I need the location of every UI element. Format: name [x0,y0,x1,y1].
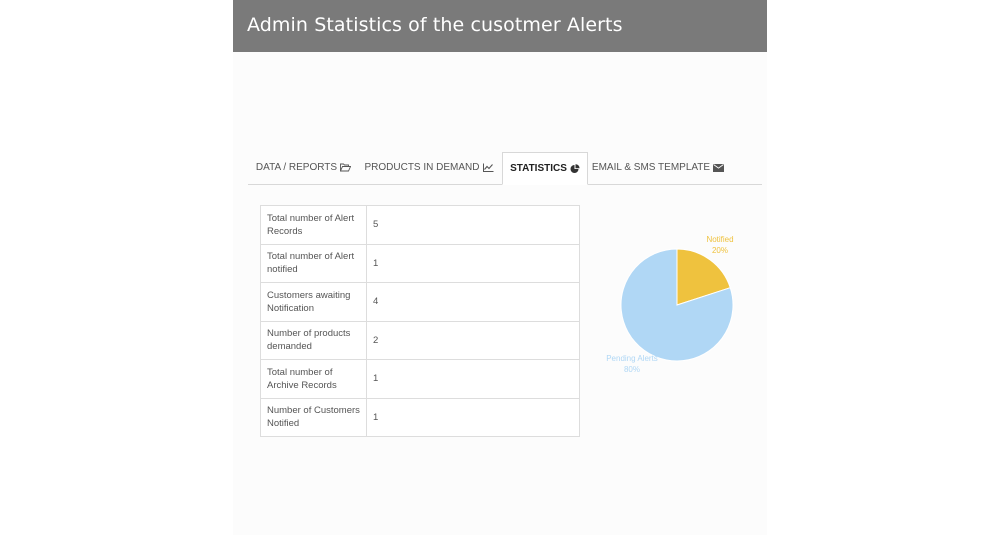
stat-value: 1 [366,397,580,437]
stat-label: Customers awaiting Notification [260,282,367,322]
stat-label: Total number of Alert notified [260,243,367,283]
stat-value: 1 [366,243,580,283]
stat-label: Total number of Alert Records [260,205,367,245]
tab-label: DATA / REPORTS [255,162,338,173]
tab-label: PRODUCTS IN DEMAND [364,162,480,173]
stat-label: Total number of Archive Records [260,359,367,399]
statistics-table: Total number of Alert Records 5 Total nu… [260,205,580,437]
table-row: Number of products demanded 2 [260,320,580,360]
tab-bar: DATA / REPORTS PRODUCTS IN DEMAND STATIS… [248,152,762,185]
tab-data-reports[interactable]: DATA / REPORTS [248,152,359,183]
stat-value: 2 [366,320,580,360]
stat-value: 5 [366,205,580,245]
tab-label: EMAIL & SMS TEMPLATE [591,162,711,173]
line-chart-icon [482,163,494,172]
pie-chart-icon [570,163,580,174]
folder-open-icon [340,163,352,172]
stat-value: 1 [366,359,580,399]
pie-percent-label: 20% [712,246,728,255]
table-row: Number of Customers Notified 1 [260,397,580,437]
envelope-icon [713,163,725,172]
table-row: Total number of Alert Records 5 [260,205,580,245]
tab-statistics[interactable]: STATISTICS [502,152,588,185]
table-row: Customers awaiting Notification 4 [260,282,580,322]
pie-label: Notified [706,235,733,244]
table-row: Total number of Alert notified 1 [260,243,580,283]
admin-panel: Admin Statistics of the cusotmer Alerts … [233,0,767,535]
pie-label: Pending Alerts [606,354,658,363]
alerts-pie-chart: Notified 20% Pending Alerts 80% [606,235,733,374]
stat-value: 4 [366,282,580,322]
page-title: Admin Statistics of the cusotmer Alerts [247,14,623,36]
stat-label: Number of products demanded [260,320,367,360]
page-header: Admin Statistics of the cusotmer Alerts [233,0,767,52]
stat-label: Number of Customers Notified [260,397,367,437]
pie-percent-label: 80% [624,365,640,374]
tab-products-in-demand[interactable]: PRODUCTS IN DEMAND [359,152,499,183]
tab-label: STATISTICS [510,163,567,174]
table-row: Total number of Archive Records 1 [260,359,580,399]
tab-email-sms-template[interactable]: EMAIL & SMS TEMPLATE [590,152,726,183]
